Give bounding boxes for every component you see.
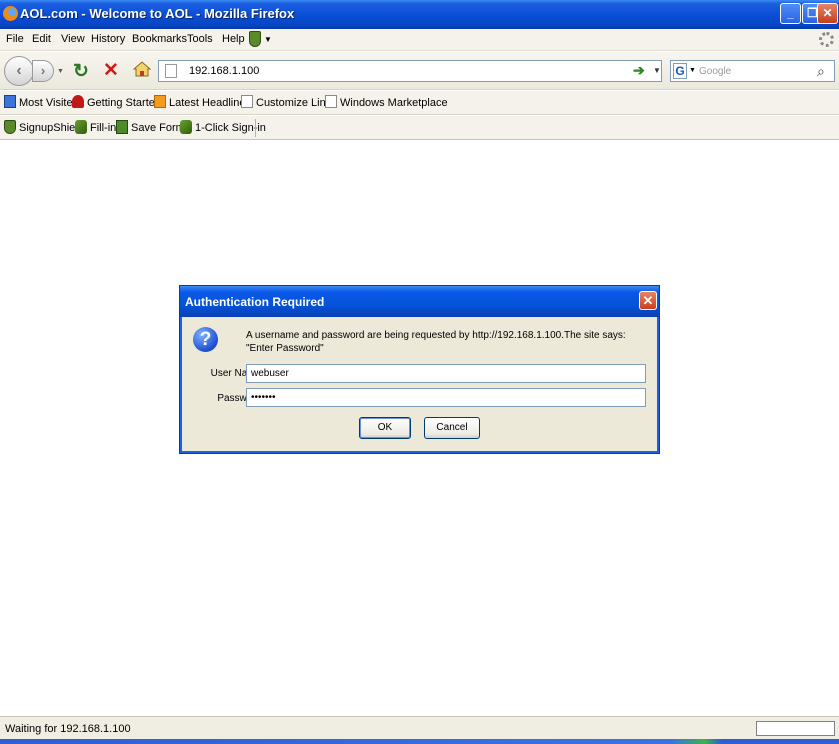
window-title: AOL.com - Welcome to AOL - Mozilla Firef… [20,6,295,21]
minimize-button[interactable]: _ [780,3,801,24]
address-bar[interactable]: 192.168.1.100 ➔ ▼ [158,60,662,82]
firefox-icon [3,6,18,21]
menu-history[interactable]: History [91,33,125,45]
folder-icon [4,95,16,108]
home-icon[interactable] [133,61,151,77]
bookmark-latest-headlines[interactable]: Latest Headlines [154,95,251,111]
search-placeholder[interactable]: Google [699,66,731,77]
save-icon [116,120,128,134]
page-icon [241,95,253,108]
url-text[interactable]: 192.168.1.100 [189,65,259,77]
menu-bar: File Edit View History Bookmarks Tools H… [0,29,839,51]
page-icon [165,64,177,78]
chevron-down-icon[interactable]: ▼ [264,35,272,44]
question-icon: ? [193,327,218,352]
history-dropdown-icon[interactable]: ▼ [57,68,64,75]
menu-edit[interactable]: Edit [32,33,51,45]
dialog-close-button[interactable]: ✕ [639,291,657,310]
username-field[interactable]: webuser [246,364,646,383]
bookmark-customize-links[interactable]: Customize Links [241,95,337,111]
status-bar: Waiting for 192.168.1.100 [0,716,839,744]
dialog-titlebar[interactable]: Authentication Required ✕ [180,286,659,317]
menu-bookmarks[interactable]: Bookmarks [132,33,187,45]
page-icon [325,95,337,108]
search-bar[interactable]: G ▼ Google ⌕ [670,60,835,82]
fill-in-icon [75,120,87,134]
menu-help[interactable]: Help [222,33,245,45]
go-arrow-icon[interactable]: ➔ [633,62,645,79]
status-progress-box [756,721,835,736]
bookmark-windows-marketplace[interactable]: Windows Marketplace [325,95,448,111]
signupshield-button[interactable]: SignupShield [4,120,84,134]
red-bookmark-icon [72,95,84,108]
taskbar-edge [0,739,839,744]
dialog-message: A username and password are being reques… [246,330,626,354]
rss-icon [154,95,166,108]
authentication-dialog: Authentication Required ✕ ? A username a… [179,285,660,454]
navigation-toolbar: ‹ › ▼ ↻ ✕ 192.168.1.100 ➔ ▼ G ▼ Google ⌕ [0,52,839,90]
signupshield-menu-icon[interactable] [249,31,261,47]
dialog-title: Authentication Required [185,295,325,309]
close-window-button[interactable]: ✕ [817,3,838,24]
status-text: Waiting for 192.168.1.100 [5,723,131,735]
bookmarks-toolbar: Most Visited Getting Started Latest Head… [0,91,839,115]
search-engine-dropdown-icon[interactable]: ▼ [689,67,696,74]
bookmark-getting-started[interactable]: Getting Started [72,95,161,111]
cancel-button[interactable]: Cancel [424,417,480,439]
save-form-button[interactable]: Save Form [116,120,185,134]
signupshield-toolbar: SignupShield Fill-in Save Form 1-Click S… [0,116,839,140]
sign-in-icon [180,120,192,134]
ok-button[interactable]: OK [359,417,411,439]
search-engine-icon[interactable]: G [673,63,687,79]
search-icon[interactable]: ⌕ [817,63,825,80]
menu-view[interactable]: View [61,33,85,45]
fill-in-button[interactable]: Fill-in [75,120,116,134]
bookmark-most-visited[interactable]: Most Visited [4,95,79,111]
shield-icon [4,120,16,134]
url-dropdown-icon[interactable]: ▼ [653,66,661,75]
menu-file[interactable]: File [6,33,24,45]
toolbar-divider [255,119,256,137]
window-titlebar[interactable]: AOL.com - Welcome to AOL - Mozilla Firef… [0,0,839,29]
forward-button[interactable]: › [32,60,54,82]
stop-icon[interactable]: ✕ [103,59,119,82]
back-button[interactable]: ‹ [4,56,34,86]
password-field[interactable]: ••••••• [246,388,646,407]
one-click-sign-in-button[interactable]: 1-Click Sign-in [180,120,266,134]
reload-icon[interactable]: ↻ [73,60,89,83]
throbber-icon [819,32,834,47]
menu-tools[interactable]: Tools [187,33,213,45]
